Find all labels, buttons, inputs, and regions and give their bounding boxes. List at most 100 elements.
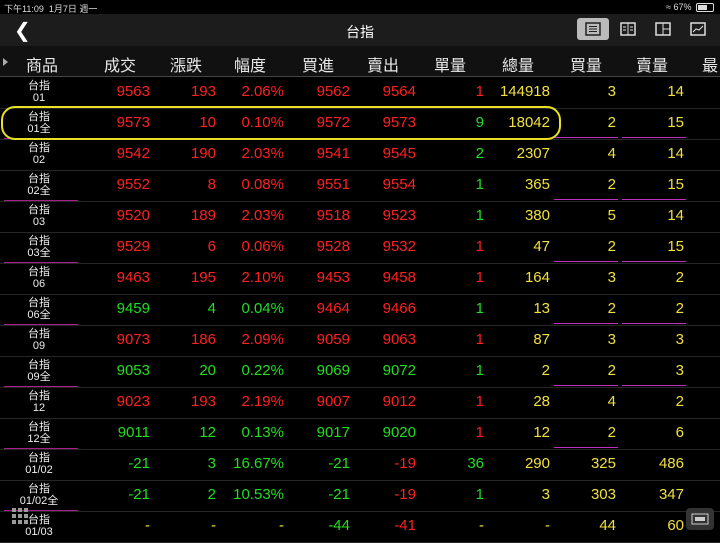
header-col-pct[interactable]: 幅度: [234, 52, 266, 76]
cell-tick-vol: 1: [475, 300, 484, 317]
header-col-ask[interactable]: 賣出: [367, 52, 399, 76]
cell-tick-vol: 36: [467, 455, 484, 472]
cell-bid-vol: 3: [607, 331, 616, 348]
cell-ask-vol: 2: [675, 393, 684, 410]
cell-change: 195: [190, 269, 216, 286]
table-row[interactable]: 台指02全955280.08%9551955413652159: [0, 170, 720, 202]
table-row[interactable]: 台指0395201892.03%9518952313805149: [0, 201, 720, 233]
cell-ask-vol: 347: [658, 486, 684, 503]
table-row[interactable]: 台指1290231932.19%90079012128429: [0, 387, 720, 419]
product-name: 台指 02: [0, 142, 78, 166]
cell-ask: 9012: [382, 393, 416, 410]
cell-bid-vol: 325: [590, 455, 616, 472]
product-name-line2: 02全: [27, 185, 51, 197]
cell-ask: 9554: [382, 176, 416, 193]
table-row[interactable]: 台指0195631932.06%9562956411449183149: [0, 77, 720, 109]
split-view-button[interactable]: [647, 18, 679, 40]
wifi-icon: ≈: [666, 2, 671, 12]
product-name: 台指 06: [0, 266, 78, 290]
bid-vol-underline: [554, 323, 618, 324]
product-name: 台指 03全: [0, 235, 78, 259]
product-name: 台指 01: [0, 80, 78, 104]
cell-pct: 2.19%: [241, 393, 284, 410]
table-row[interactable]: 台指09全9053200.22%9069907212239: [0, 356, 720, 388]
cell-ask: 9564: [382, 83, 416, 100]
detail-view-button[interactable]: [612, 18, 644, 40]
table-row[interactable]: 台指0990731862.09%90599063187339: [0, 325, 720, 357]
list-view-icon: [585, 22, 601, 36]
cell-total-vol: 2307: [516, 145, 550, 162]
cell-bid-vol: 4: [607, 145, 616, 162]
cell-bid: 9528: [316, 238, 350, 255]
ask-vol-underline: [622, 261, 686, 262]
cell-change: 12: [199, 424, 216, 441]
cell-ask-vol: 14: [667, 207, 684, 224]
header-col-bid-vol[interactable]: 買量: [570, 52, 602, 76]
product-name: 台指 01/02全: [0, 483, 78, 507]
cell-pct: 2.10%: [241, 269, 284, 286]
cell-bid: 9551: [316, 176, 350, 193]
header-col-tick-vol[interactable]: 單量: [434, 52, 466, 76]
cell-total-vol: 28: [533, 393, 550, 410]
list-view-button[interactable]: [577, 18, 609, 40]
cell-ask-vol: 15: [667, 238, 684, 255]
product-name-line2: 06全: [27, 309, 51, 321]
product-name-line2: 01/02全: [19, 495, 59, 507]
table-row[interactable]: 台指0295421902.03%95419545223074149: [0, 139, 720, 171]
cell-bid-vol: 2: [607, 176, 616, 193]
cell-change: 4: [207, 300, 216, 317]
cell-bid: 9572: [316, 114, 350, 131]
header-col-change[interactable]: 漲跌: [170, 52, 202, 76]
product-name-line2: 03全: [27, 247, 51, 259]
cell-ask: 9545: [382, 145, 416, 162]
header-col-high[interactable]: 最: [702, 52, 718, 76]
cell-ask: 9532: [382, 238, 416, 255]
product-name-line1: 台指: [28, 328, 50, 340]
cell-pct: 0.06%: [241, 238, 284, 255]
table-row[interactable]: 台指12全9011120.13%90179020112269: [0, 418, 720, 450]
cell-change: 10: [199, 114, 216, 131]
product-name: 台指 12: [0, 390, 78, 414]
table-row[interactable]: 台指03全952960.06%952895321472159: [0, 232, 720, 264]
cell-total-vol: 47: [533, 238, 550, 255]
header-col-ask-vol[interactable]: 賣量: [636, 52, 668, 76]
cell-bid-vol: 3: [607, 269, 616, 286]
cell-bid: 9541: [316, 145, 350, 162]
cell-bid-vol: 4: [607, 393, 616, 410]
cell-tick-vol: 1: [475, 362, 484, 379]
expand-arrow-icon[interactable]: [3, 58, 8, 66]
table-row[interactable]: 台指01全9573100.10%957295739180422159: [0, 108, 720, 140]
product-name-line2: 09全: [27, 371, 51, 383]
cell-total-vol: 290: [524, 455, 550, 472]
table-row[interactable]: 台指 01/03- - - -44 -41- -44 60: [0, 511, 720, 543]
product-name-line2: 03: [32, 216, 46, 228]
product-name-line2: 01/02: [25, 464, 53, 476]
cell-total-vol: 87: [533, 331, 550, 348]
header-col-product[interactable]: 商品: [26, 52, 58, 76]
cell-last: -21: [128, 486, 150, 503]
header-col-bid[interactable]: 買進: [302, 52, 334, 76]
cell-bid: 9059: [316, 331, 350, 348]
header-col-total-vol[interactable]: 總量: [502, 52, 534, 76]
cell-bid: 9453: [316, 269, 350, 286]
cell-pct: 2.03%: [241, 207, 284, 224]
table-row[interactable]: 台指0694631952.10%945394581164329: [0, 263, 720, 295]
product-name-line2: 09: [32, 340, 46, 352]
product-name: 台指 09全: [0, 359, 78, 383]
chart-view-button[interactable]: [682, 18, 714, 40]
cell-tick-vol: 1: [475, 83, 484, 100]
cell-bid-vol: 2: [607, 424, 616, 441]
cell-last: 9023: [116, 393, 150, 410]
grid-menu-icon[interactable]: [12, 508, 28, 524]
product-name-line1: 台指: [28, 390, 50, 402]
keyboard-icon[interactable]: [686, 508, 714, 530]
battery-label: 67%: [673, 2, 692, 12]
table-row[interactable]: 台指 01/02 -21 3 16.67% -21 -19 36 290 325 486: [0, 449, 720, 481]
cell-tick-vol: 1: [475, 486, 484, 503]
table-row[interactable]: 台指06全945940.04%94649466113229: [0, 294, 720, 326]
table-row[interactable]: 台指 01/02全 -21 2 10.53% -21 -19 1 3 303 347: [0, 480, 720, 512]
header-col-last[interactable]: 成交: [104, 52, 136, 76]
cell-tick-vol: 9: [475, 114, 484, 131]
cell-total-vol: 13: [533, 300, 550, 317]
cell-ask-vol: 2: [675, 300, 684, 317]
